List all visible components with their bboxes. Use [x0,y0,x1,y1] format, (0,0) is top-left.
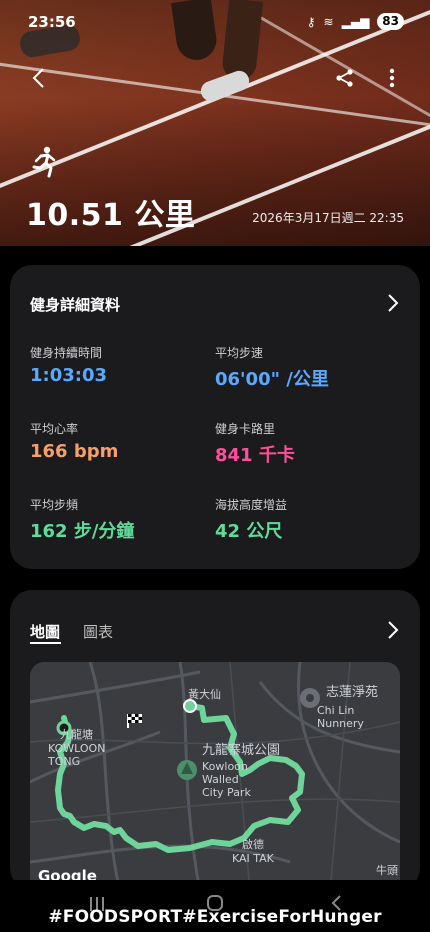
elevation-gain-label: 海拔高度增益 [215,498,288,512]
workout-route [55,703,305,853]
elevation-gain-value: 42 公尺 [215,521,283,542]
hashtag-caption: #FOODSPORT#ExerciseForHunger [48,907,382,927]
map-label-kowloon-tong-cn: 九龍塘 [60,728,93,741]
duration-label: 健身持續時間 [30,346,103,360]
map-label-chi-lin-en: Chi Lin Nunnery [317,704,364,730]
map-label-chi-lin-cn: 志蓮淨苑 [326,685,379,700]
map-label-kai-tak-cn: 啟德 [242,838,264,851]
park-icon [177,760,197,780]
map-label-kowloon-tong-en: KOWLOON TONG [48,742,106,768]
back-arrow-icon [32,68,44,88]
chevron-right-icon[interactable] [386,620,400,640]
map-label-walled-city-cn: 九龍寨城公園 [202,743,281,758]
finish-flag-icon [127,714,142,728]
map-card: 地圖 圖表 黃大仙 九龍塘 KOWLOON TONG 志蓮淨苑 Chi Lin … [10,590,420,892]
map-label-ngau-tau: 牛頭 [376,864,398,877]
battery-badge: 83 [377,13,404,30]
route-map[interactable]: 黃大仙 九龍塘 KOWLOON TONG 志蓮淨苑 Chi Lin Nunner… [30,662,400,892]
avg-heart-rate-label: 平均心率 [30,422,79,436]
duration-value: 1:03:03 [30,365,108,386]
hero-banner: 23:56 ⚷ ≋ ▂▄▆ 83 10.51 公里 2026年3月17日週二 2… [0,0,430,246]
avg-pace-value: 06'00" /公里 [215,369,329,390]
avg-pace-label: 平均步速 [215,346,264,360]
map-label-walled-city-en: Kowloon Walled City Park [202,760,251,799]
more-vert-icon [389,68,395,88]
status-time: 23:56 [28,13,76,31]
wifi-icon: ≋ [323,14,334,29]
share-icon [336,69,353,87]
status-bar: 23:56 ⚷ ≋ ▂▄▆ 83 [0,0,430,44]
distance-value: 10.51 公里 [26,198,196,233]
tab-chart[interactable]: 圖表 [83,621,113,642]
map-label-wong-tai-sin: 黃大仙 [188,688,221,701]
workout-datetime: 2026年3月17日週二 22:35 [252,211,404,225]
avg-cadence-label: 平均步頻 [30,498,79,512]
more-options-button[interactable] [378,64,406,92]
calories-value: 841 千卡 [215,445,295,466]
back-button[interactable] [24,64,52,92]
runner-icon [32,146,56,178]
status-icons: ⚷ ≋ ▂▄▆ 83 [307,13,404,30]
tab-map[interactable]: 地圖 [30,621,60,642]
details-title: 健身詳細資料 [30,296,121,314]
avg-cadence-value: 162 步/分鐘 [30,521,135,542]
chevron-right-icon[interactable] [386,293,400,313]
signal-icon: ▂▄▆ [341,14,370,29]
active-tab-indicator [30,642,61,644]
key-icon: ⚷ [306,14,316,29]
route-start-marker [183,699,197,713]
workout-details-card[interactable]: 健身詳細資料 健身持續時間 1:03:03 平均步速 06'00" /公里 平均… [10,265,420,569]
calories-label: 健身卡路里 [215,422,276,436]
map-label-kai-tak-en: KAI TAK [232,852,274,865]
share-button[interactable] [331,64,359,92]
avg-heart-rate-value: 166 bpm [30,441,119,462]
